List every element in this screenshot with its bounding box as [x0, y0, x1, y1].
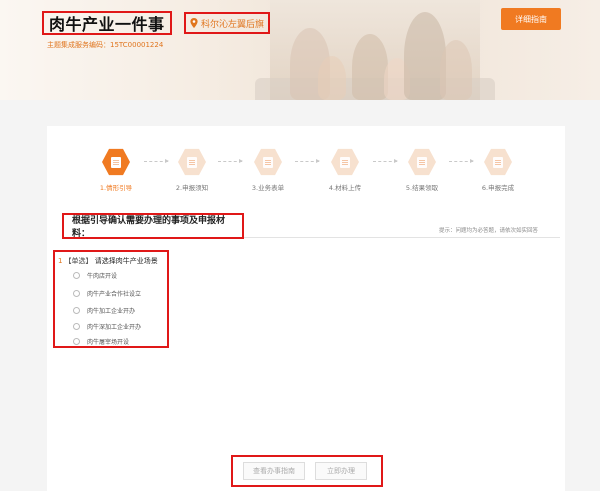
- step-3: 3.业务表单: [238, 148, 298, 192]
- radio-button[interactable]: [73, 272, 80, 279]
- step-icon: [254, 148, 282, 176]
- option-cooperative[interactable]: 肉牛产业合作社设立: [73, 289, 141, 298]
- page-title: 肉牛产业一件事: [49, 15, 165, 34]
- service-code: 主题集成服务编码：15TC00001224: [47, 41, 164, 49]
- option-label: 肉牛深加工企业开办: [87, 324, 142, 331]
- step-6: 6.申报完成: [468, 148, 528, 192]
- hint-text: 提示：问题均为必答题，请依次如实回答: [439, 228, 539, 234]
- step-icon: [331, 148, 359, 176]
- question-number: 1: [58, 257, 63, 265]
- view-guide-button[interactable]: 查看办事指南: [243, 462, 305, 480]
- question-title: 1 【单选】 请选择肉牛产业场景: [58, 256, 158, 266]
- step-label: 6.申报完成: [481, 184, 515, 192]
- option-slaughterhouse[interactable]: 肉牛屠宰场开设: [73, 337, 129, 346]
- document-icon: [111, 156, 121, 168]
- document-icon: [187, 156, 197, 168]
- apply-now-button[interactable]: 立即办理: [315, 462, 367, 480]
- person-silhouette: [440, 40, 472, 100]
- person-silhouette: [352, 34, 388, 100]
- detailed-guide-button[interactable]: 详细指南: [501, 8, 561, 30]
- step-icon: [102, 148, 130, 176]
- radio-button[interactable]: [73, 338, 80, 345]
- step-4: 4.材料上传: [315, 148, 375, 192]
- option-label: 肉牛加工企业开办: [87, 308, 136, 315]
- step-label: 1.情形引导: [99, 184, 133, 192]
- section-divider: [244, 237, 560, 238]
- step-label: 3.业务表单: [251, 184, 285, 192]
- step-progress: 1.情形引导 2.申报须知 3.业务表单 4.材料上传 5.结果领取 6.申报完…: [0, 148, 600, 198]
- question-box: 1 【单选】 请选择肉牛产业场景 牛肉店开设 肉牛产业合作社设立 肉牛加工企业开办…: [53, 250, 169, 348]
- step-1: 1.情形引导: [86, 148, 146, 192]
- step-5: 5.结果领取: [392, 148, 452, 192]
- step-2: 2.申报须知: [162, 148, 222, 192]
- radio-button[interactable]: [73, 323, 80, 330]
- step-label: 2.申报须知: [175, 184, 209, 192]
- section-title: 根据引导确认需要办理的事项及申报材料：: [72, 216, 226, 239]
- radio-button[interactable]: [73, 307, 80, 314]
- result-icon: [417, 156, 427, 168]
- option-deep-processing-enterprise[interactable]: 肉牛深加工企业开办: [73, 322, 141, 331]
- section-title-box: 根据引导确认需要办理的事项及申报材料：: [62, 213, 244, 239]
- step-icon: [484, 148, 512, 176]
- option-label: 肉牛屠宰场开设: [87, 339, 130, 346]
- person-silhouette: [318, 56, 346, 100]
- upload-icon: [340, 156, 350, 168]
- location-label: 科尔沁左翼后旗: [201, 19, 265, 30]
- step-icon: [408, 148, 436, 176]
- location-selector[interactable]: 科尔沁左翼后旗: [184, 12, 271, 34]
- question-tag: 【单选】: [64, 257, 93, 265]
- question-text: 请选择肉牛产业场景: [94, 257, 158, 265]
- form-icon: [263, 156, 273, 168]
- step-label: 5.结果领取: [405, 184, 439, 192]
- option-beef-shop[interactable]: 牛肉店开设: [73, 271, 117, 280]
- radio-button[interactable]: [73, 290, 80, 297]
- step-icon: [178, 148, 206, 176]
- step-label: 4.材料上传: [328, 184, 362, 192]
- location-pin-icon: [190, 18, 198, 28]
- option-label: 肉牛产业合作社设立: [87, 291, 142, 298]
- option-processing-enterprise[interactable]: 肉牛加工企业开办: [73, 306, 135, 315]
- option-label: 牛肉店开设: [87, 273, 118, 280]
- complete-icon: [493, 156, 503, 168]
- actions-box: 查看办事指南 立即办理: [231, 455, 383, 487]
- page-title-box: 肉牛产业一件事: [42, 11, 172, 35]
